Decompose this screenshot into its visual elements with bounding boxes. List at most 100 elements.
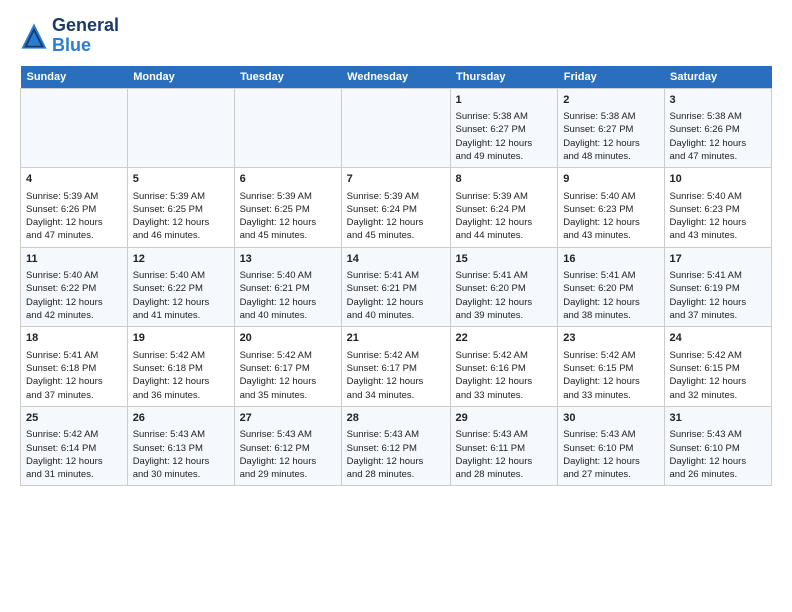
logo-line1: General	[52, 16, 119, 36]
day-number: 18	[26, 331, 122, 346]
day-info: Sunrise: 5:42 AM Sunset: 6:18 PM Dayligh…	[133, 349, 229, 402]
day-info: Sunrise: 5:41 AM Sunset: 6:20 PM Dayligh…	[563, 269, 658, 322]
logo: General Blue	[20, 16, 119, 56]
day-number: 22	[456, 331, 553, 346]
calendar-cell	[127, 88, 234, 168]
day-info: Sunrise: 5:43 AM Sunset: 6:10 PM Dayligh…	[563, 428, 658, 481]
calendar-cell: 2 Sunrise: 5:38 AM Sunset: 6:27 PM Daylig…	[558, 88, 664, 168]
day-info: Sunrise: 5:42 AM Sunset: 6:17 PM Dayligh…	[347, 349, 445, 402]
logo-text: General Blue	[52, 16, 119, 56]
day-info: Sunrise: 5:40 AM Sunset: 6:22 PM Dayligh…	[26, 269, 122, 322]
day-number: 26	[133, 411, 229, 426]
calendar-cell: 7Sunrise: 5:39 AM Sunset: 6:24 PM Daylig…	[341, 168, 450, 248]
calendar-cell: 19 Sunrise: 5:42 AM Sunset: 6:18 PM Dayli…	[127, 327, 234, 407]
calendar-cell: 11 Sunrise: 5:40 AM Sunset: 6:22 PM Dayli…	[21, 247, 128, 327]
calendar-cell: 27 Sunrise: 5:43 AM Sunset: 6:12 PM Dayli…	[234, 406, 341, 486]
calendar-cell: 29 Sunrise: 5:43 AM Sunset: 6:11 PM Dayli…	[450, 406, 558, 486]
weekday-header-sunday: Sunday	[21, 66, 128, 89]
day-info: Sunrise: 5:43 AM Sunset: 6:11 PM Dayligh…	[456, 428, 553, 481]
calendar-cell: 1 Sunrise: 5:38 AM Sunset: 6:27 PM Daylig…	[450, 88, 558, 168]
page: General Blue SundayMondayTuesdayWednesda…	[0, 0, 792, 496]
calendar-cell: 9Sunrise: 5:40 AM Sunset: 6:23 PM Daylig…	[558, 168, 664, 248]
day-info: Sunrise: 5:39 AM Sunset: 6:25 PM Dayligh…	[240, 190, 336, 243]
day-info: Sunrise: 5:39 AM Sunset: 6:24 PM Dayligh…	[456, 190, 553, 243]
day-number: 20	[240, 331, 336, 346]
calendar-cell: 21 Sunrise: 5:42 AM Sunset: 6:17 PM Dayli…	[341, 327, 450, 407]
calendar-cell: 23Sunrise: 5:42 AM Sunset: 6:15 PM Dayli…	[558, 327, 664, 407]
calendar-cell: 3Sunrise: 5:38 AM Sunset: 6:26 PM Daylig…	[664, 88, 771, 168]
day-info: Sunrise: 5:39 AM Sunset: 6:25 PM Dayligh…	[133, 190, 229, 243]
day-number: 17	[670, 252, 766, 267]
weekday-header-wednesday: Wednesday	[341, 66, 450, 89]
day-info: Sunrise: 5:39 AM Sunset: 6:26 PM Dayligh…	[26, 190, 122, 243]
day-number: 11	[26, 252, 122, 267]
day-number: 29	[456, 411, 553, 426]
day-number: 27	[240, 411, 336, 426]
day-info: Sunrise: 5:38 AM Sunset: 6:27 PM Dayligh…	[563, 110, 658, 163]
day-number: 14	[347, 252, 445, 267]
day-number: 21	[347, 331, 445, 346]
weekday-header-tuesday: Tuesday	[234, 66, 341, 89]
calendar-cell: 13Sunrise: 5:40 AM Sunset: 6:21 PM Dayli…	[234, 247, 341, 327]
day-info: Sunrise: 5:43 AM Sunset: 6:13 PM Dayligh…	[133, 428, 229, 481]
day-number: 1	[456, 93, 553, 108]
calendar-cell: 10 Sunrise: 5:40 AM Sunset: 6:23 PM Dayli…	[664, 168, 771, 248]
day-number: 19	[133, 331, 229, 346]
day-info: Sunrise: 5:41 AM Sunset: 6:21 PM Dayligh…	[347, 269, 445, 322]
calendar-cell: 5 Sunrise: 5:39 AM Sunset: 6:25 PM Daylig…	[127, 168, 234, 248]
calendar-cell: 24Sunrise: 5:42 AM Sunset: 6:15 PM Dayli…	[664, 327, 771, 407]
day-info: Sunrise: 5:39 AM Sunset: 6:24 PM Dayligh…	[347, 190, 445, 243]
calendar-week-2: 4 Sunrise: 5:39 AM Sunset: 6:26 PM Daylig…	[21, 168, 772, 248]
calendar-cell: 18 Sunrise: 5:41 AM Sunset: 6:18 PM Dayli…	[21, 327, 128, 407]
header: General Blue	[20, 16, 772, 56]
day-number: 9	[563, 172, 658, 187]
day-info: Sunrise: 5:41 AM Sunset: 6:18 PM Dayligh…	[26, 349, 122, 402]
weekday-header-monday: Monday	[127, 66, 234, 89]
day-info: Sunrise: 5:40 AM Sunset: 6:21 PM Dayligh…	[240, 269, 336, 322]
day-number: 24	[670, 331, 766, 346]
logo-icon	[20, 22, 48, 50]
calendar-cell: 28 Sunrise: 5:43 AM Sunset: 6:12 PM Dayli…	[341, 406, 450, 486]
calendar-week-1: 1 Sunrise: 5:38 AM Sunset: 6:27 PM Daylig…	[21, 88, 772, 168]
day-number: 10	[670, 172, 766, 187]
weekday-header-friday: Friday	[558, 66, 664, 89]
calendar-cell: 30 Sunrise: 5:43 AM Sunset: 6:10 PM Dayli…	[558, 406, 664, 486]
day-info: Sunrise: 5:40 AM Sunset: 6:23 PM Dayligh…	[670, 190, 766, 243]
day-number: 31	[670, 411, 766, 426]
day-info: Sunrise: 5:43 AM Sunset: 6:12 PM Dayligh…	[240, 428, 336, 481]
calendar-cell	[234, 88, 341, 168]
day-number: 8	[456, 172, 553, 187]
calendar-week-3: 11 Sunrise: 5:40 AM Sunset: 6:22 PM Dayli…	[21, 247, 772, 327]
day-number: 2	[563, 93, 658, 108]
calendar-cell: 12Sunrise: 5:40 AM Sunset: 6:22 PM Dayli…	[127, 247, 234, 327]
day-number: 28	[347, 411, 445, 426]
day-number: 30	[563, 411, 658, 426]
day-info: Sunrise: 5:38 AM Sunset: 6:26 PM Dayligh…	[670, 110, 766, 163]
day-number: 15	[456, 252, 553, 267]
calendar-cell	[341, 88, 450, 168]
calendar-cell: 22Sunrise: 5:42 AM Sunset: 6:16 PM Dayli…	[450, 327, 558, 407]
day-info: Sunrise: 5:42 AM Sunset: 6:17 PM Dayligh…	[240, 349, 336, 402]
day-number: 6	[240, 172, 336, 187]
logo-line2: Blue	[52, 35, 91, 55]
day-number: 25	[26, 411, 122, 426]
day-info: Sunrise: 5:38 AM Sunset: 6:27 PM Dayligh…	[456, 110, 553, 163]
calendar-cell: 25 Sunrise: 5:42 AM Sunset: 6:14 PM Dayli…	[21, 406, 128, 486]
calendar-cell: 14 Sunrise: 5:41 AM Sunset: 6:21 PM Dayli…	[341, 247, 450, 327]
day-info: Sunrise: 5:43 AM Sunset: 6:12 PM Dayligh…	[347, 428, 445, 481]
day-number: 12	[133, 252, 229, 267]
calendar-cell: 15 Sunrise: 5:41 AM Sunset: 6:20 PM Dayli…	[450, 247, 558, 327]
weekday-header-saturday: Saturday	[664, 66, 771, 89]
calendar-cell: 8 Sunrise: 5:39 AM Sunset: 6:24 PM Daylig…	[450, 168, 558, 248]
calendar-cell: 26 Sunrise: 5:43 AM Sunset: 6:13 PM Dayli…	[127, 406, 234, 486]
day-info: Sunrise: 5:42 AM Sunset: 6:14 PM Dayligh…	[26, 428, 122, 481]
day-info: Sunrise: 5:41 AM Sunset: 6:20 PM Dayligh…	[456, 269, 553, 322]
calendar-week-4: 18 Sunrise: 5:41 AM Sunset: 6:18 PM Dayli…	[21, 327, 772, 407]
day-info: Sunrise: 5:43 AM Sunset: 6:10 PM Dayligh…	[670, 428, 766, 481]
calendar-cell	[21, 88, 128, 168]
calendar-cell: 17Sunrise: 5:41 AM Sunset: 6:19 PM Dayli…	[664, 247, 771, 327]
day-number: 4	[26, 172, 122, 187]
day-number: 5	[133, 172, 229, 187]
calendar-week-5: 25 Sunrise: 5:42 AM Sunset: 6:14 PM Dayli…	[21, 406, 772, 486]
calendar-table: SundayMondayTuesdayWednesdayThursdayFrid…	[20, 66, 772, 487]
